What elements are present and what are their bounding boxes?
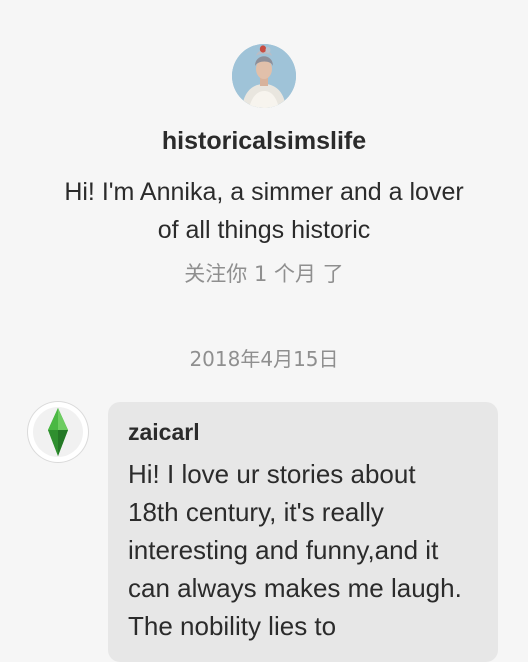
message-text: Hi! I love ur stories about 18th century… — [128, 459, 462, 641]
follow-status: 关注你 1 个月 了 — [184, 262, 344, 286]
message-bubble[interactable]: zaicarl Hi! I love ur stories about 18th… — [108, 402, 498, 662]
profile-username[interactable]: historicalsimslife — [0, 127, 528, 156]
plumbob-icon — [29, 403, 87, 461]
portrait-icon — [232, 44, 296, 108]
conversation-date: 2018年4月15日 — [189, 347, 339, 371]
message-sender[interactable]: zaicarl — [128, 419, 478, 446]
profile-bio: Hi! I'm Annika, a simmer and a lover of … — [64, 178, 464, 244]
profile-avatar[interactable] — [232, 44, 296, 108]
sender-avatar[interactable] — [28, 402, 88, 462]
